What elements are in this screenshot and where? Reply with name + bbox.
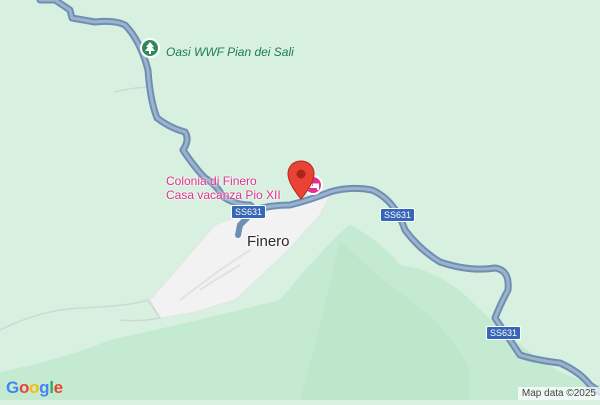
map-canvas[interactable]: Oasi WWF Pian dei Sali Colonia di Finero…: [0, 0, 600, 400]
map-base-layer: [0, 0, 600, 400]
road-shield: SS631: [380, 208, 416, 222]
road-shield: SS631: [486, 326, 522, 340]
hotel-label-line2[interactable]: Casa vacanza Pio XII: [166, 188, 281, 202]
tree-icon[interactable]: [140, 38, 160, 58]
hotel-label-line1[interactable]: Colonia di Finero: [166, 174, 257, 188]
poi-label[interactable]: Oasi WWF Pian dei Sali: [166, 45, 294, 59]
town-label[interactable]: Finero: [247, 233, 290, 250]
road-shield: SS631: [231, 205, 267, 219]
map-attribution[interactable]: Map data ©2025: [517, 387, 600, 400]
google-logo[interactable]: Google: [6, 378, 63, 398]
red-pin-marker[interactable]: [287, 160, 315, 200]
